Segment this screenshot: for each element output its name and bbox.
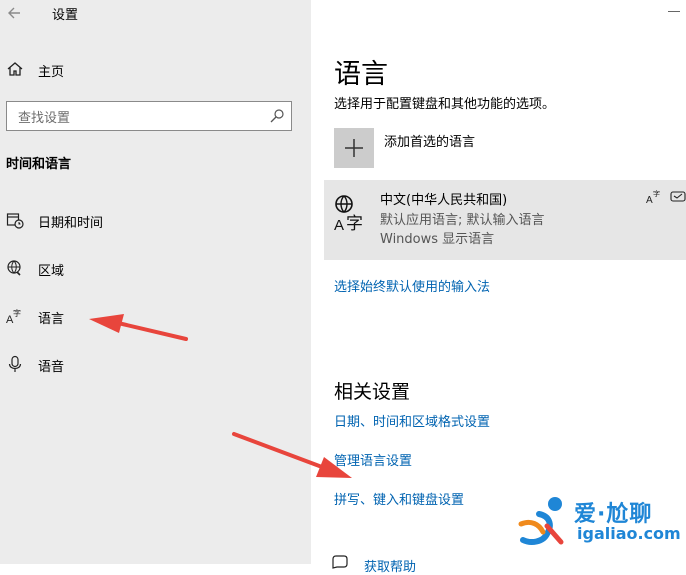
home-nav-item[interactable]: 主页 — [6, 58, 306, 82]
sidebar-item-region[interactable]: 区域 — [6, 256, 306, 282]
back-arrow-icon[interactable] — [4, 2, 26, 24]
sidebar-item-language[interactable]: A 字 语言 — [6, 304, 306, 330]
search-placeholder: 查找设置 — [18, 111, 71, 126]
speech-feature-icon — [670, 191, 686, 202]
svg-text:A: A — [334, 217, 344, 232]
date-time-region-format-link[interactable]: 日期、时间和区域格式设置 — [334, 411, 490, 430]
globe-icon — [7, 260, 21, 276]
related-settings-heading: 相关设置 — [334, 381, 411, 403]
watermark-logo-icon — [518, 497, 564, 545]
language-name: 中文(中华人民共和国) — [380, 193, 508, 208]
sidebar-item-label: 区域 — [38, 264, 65, 279]
page-title: 语言 — [334, 59, 388, 90]
language-item-chinese[interactable]: A 字 中文(中华人民共和国) 默认应用语言; 默认输入语言 Windows 显… — [324, 180, 686, 260]
svg-text:字: 字 — [346, 214, 363, 232]
search-icon[interactable] — [269, 108, 285, 124]
microphone-icon — [8, 355, 22, 372]
sidebar-item-label: 语言 — [38, 312, 65, 327]
get-help-label: 获取帮助 — [364, 560, 417, 575]
calendar-clock-icon — [6, 213, 24, 229]
svg-text:字: 字 — [13, 308, 21, 318]
plus-icon — [345, 139, 363, 157]
home-icon — [7, 62, 23, 76]
minimize-icon[interactable] — [668, 11, 680, 12]
watermark-url: igaliao.com — [577, 524, 681, 543]
sidebar: 设置 主页 查找设置 时间和语言 日期和时间 区域 A 字 语言 语音 — [0, 0, 311, 564]
display-language-icon: A 字 — [646, 189, 660, 206]
sidebar-item-date-time[interactable]: 日期和时间 — [6, 208, 306, 234]
sidebar-item-label: 语音 — [38, 360, 65, 375]
sidebar-item-label: 日期和时间 — [38, 216, 104, 231]
add-language-plus-box[interactable] — [334, 128, 374, 168]
language-detail-display: Windows 显示语言 — [380, 232, 495, 247]
input-method-link[interactable]: 选择始终默认使用的输入法 — [334, 276, 490, 295]
add-language-button[interactable]: 添加首选的语言 — [334, 128, 674, 170]
manage-language-settings-link[interactable]: 管理语言设置 — [334, 450, 412, 469]
watermark: 爱·尬聊 igaliao.com — [517, 494, 682, 554]
search-settings-input[interactable]: 查找设置 — [6, 101, 292, 131]
sidebar-item-speech[interactable]: 语音 — [6, 352, 306, 378]
home-label: 主页 — [38, 65, 65, 80]
page-subtitle: 选择用于配置键盘和其他功能的选项。 — [334, 97, 556, 112]
app-title: 设置 — [52, 8, 79, 23]
section-title: 时间和语言 — [6, 157, 72, 172]
language-pack-icon: A 字 — [334, 195, 363, 232]
add-language-label: 添加首选的语言 — [384, 135, 476, 150]
svg-text:字: 字 — [653, 189, 660, 198]
language-detail-default: 默认应用语言; 默认输入语言 — [380, 213, 545, 228]
spelling-typing-keyboard-link[interactable]: 拼写、键入和键盘设置 — [334, 489, 464, 508]
language-icon: A 字 — [6, 308, 21, 325]
get-help-link[interactable]: 获取帮助 — [331, 554, 531, 575]
svg-text:A: A — [646, 195, 653, 206]
help-icon — [332, 555, 348, 569]
main-content: 语言 选择用于配置键盘和其他功能的选项。 添加首选的语言 A 字 中文(中华人民… — [311, 0, 686, 575]
